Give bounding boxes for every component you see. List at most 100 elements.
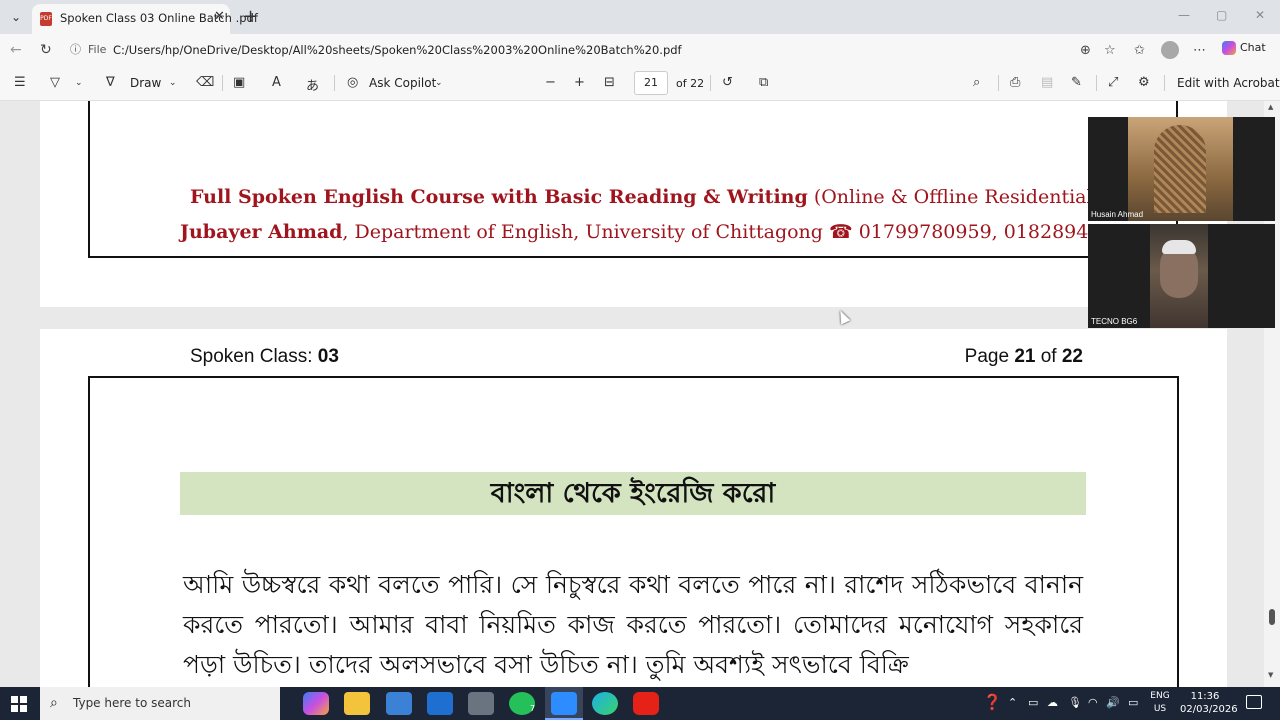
draw-chevron-icon[interactable]: ⌄ bbox=[169, 78, 177, 88]
url-text[interactable]: C:/Users/hp/OneDrive/Desktop/All%20sheet… bbox=[113, 43, 682, 57]
address-bar: ← ↻ ⓘ File C:/Users/hp/OneDrive/Desktop/… bbox=[0, 34, 1280, 66]
erase-icon[interactable]: ⌫ bbox=[196, 75, 214, 90]
toolbar-divider bbox=[710, 75, 711, 91]
page-total-label: of 22 bbox=[676, 77, 705, 90]
fullscreen-icon[interactable]: ⤢ bbox=[1108, 75, 1118, 90]
favorites-icon[interactable]: ✩ bbox=[1134, 43, 1145, 58]
course-line: Full Spoken English Course with Basic Re… bbox=[190, 186, 1174, 208]
favorite-star-icon[interactable]: ☆ bbox=[1104, 43, 1116, 58]
video-tile-husain[interactable]: Husain Ahmad bbox=[1088, 117, 1275, 221]
rotate-icon[interactable]: ↺ bbox=[722, 75, 733, 90]
author-details: , Department of English, University of C… bbox=[342, 221, 1137, 243]
ask-copilot-button[interactable]: Ask Copilot bbox=[369, 76, 436, 90]
zoom-icon[interactable] bbox=[551, 692, 577, 715]
save-as-icon[interactable]: ✎ bbox=[1071, 75, 1082, 90]
fit-page-icon[interactable]: ⊟ bbox=[604, 75, 615, 90]
help-icon[interactable]: ❓ bbox=[983, 693, 1002, 711]
exercise-text: আমি উচ্চস্বরে কথা বলতে পারি। সে নিচুস্বর… bbox=[183, 570, 1083, 679]
translate-icon[interactable]: あ bbox=[306, 75, 319, 94]
scroll-thumb[interactable] bbox=[1269, 609, 1275, 625]
print-icon[interactable]: ⎙ bbox=[1010, 75, 1020, 90]
highlight-icon[interactable]: ▽ bbox=[50, 75, 60, 90]
notification-icon[interactable] bbox=[1246, 695, 1262, 709]
back-icon[interactable]: ← bbox=[10, 42, 22, 58]
toolbar-divider bbox=[334, 75, 335, 91]
lang-line-1: ENG bbox=[1150, 691, 1170, 701]
minimize-icon[interactable]: — bbox=[1178, 8, 1190, 22]
clock[interactable]: 11:36 02/03/2026 bbox=[1180, 690, 1238, 716]
taskbar: ⌕ Type here to search 7 ❓ ⌃ ▭ ☁ 🎙 ◠ 🔊 ▭ … bbox=[0, 687, 1280, 720]
wifi-icon[interactable]: ◠ bbox=[1088, 696, 1098, 709]
youtube-icon[interactable] bbox=[633, 692, 659, 715]
edge-icon[interactable] bbox=[592, 692, 618, 715]
highlight-chevron-icon[interactable]: ⌄ bbox=[75, 78, 83, 88]
class-header: Spoken Class: 03 bbox=[190, 346, 339, 368]
toolbar-divider bbox=[222, 75, 223, 91]
page-view-icon[interactable]: ⧉ bbox=[759, 75, 768, 90]
add-text-icon[interactable]: ▣ bbox=[233, 75, 245, 90]
scroll-up-icon[interactable]: ▲ bbox=[1268, 103, 1273, 111]
copilot-chevron-icon[interactable]: ⌄ bbox=[435, 78, 443, 88]
toolbar-divider bbox=[998, 75, 999, 91]
more-options-icon[interactable]: ⋯ bbox=[1193, 43, 1206, 58]
page-header: Page 21 of 22 bbox=[965, 346, 1083, 368]
class-number: 03 bbox=[317, 346, 339, 367]
volume-icon[interactable]: 🔊 bbox=[1106, 696, 1120, 709]
tab-bar: ⌄ PDF Spoken Class 03 Online Batch .pdf … bbox=[0, 0, 1280, 34]
close-window-icon[interactable]: ✕ bbox=[1255, 8, 1265, 22]
clock-date: 02/03/2026 bbox=[1180, 704, 1238, 715]
copilot-chat-button[interactable]: Chat bbox=[1222, 41, 1266, 55]
video-feed bbox=[1128, 117, 1233, 221]
new-tab-icon[interactable]: + bbox=[243, 6, 258, 27]
find-icon[interactable]: ⌕ bbox=[973, 75, 980, 90]
browser-tab[interactable]: PDF Spoken Class 03 Online Batch .pdf ✕ bbox=[32, 4, 258, 34]
file-explorer-icon[interactable] bbox=[344, 692, 370, 715]
copilot-icon[interactable]: ◎ bbox=[347, 75, 358, 90]
search-placeholder: Type here to search bbox=[73, 696, 191, 710]
tab-title: Spoken Class 03 Online Batch .pdf bbox=[60, 11, 258, 25]
save-icon[interactable]: ▤ bbox=[1041, 75, 1053, 90]
exercise-banner: বাংলা থেকে ইংরেজি করো bbox=[180, 472, 1086, 515]
battery-icon[interactable]: ▭ bbox=[1028, 696, 1038, 709]
maximize-icon[interactable]: ▢ bbox=[1216, 8, 1227, 22]
scroll-down-icon[interactable]: ▼ bbox=[1268, 671, 1273, 679]
page-total: 22 bbox=[1061, 346, 1083, 367]
microphone-icon[interactable]: 🎙 bbox=[1068, 696, 1082, 709]
language-indicator[interactable]: ENG US bbox=[1148, 690, 1172, 716]
camera-icon[interactable] bbox=[468, 692, 494, 715]
cloud-icon[interactable]: ☁ bbox=[1047, 696, 1058, 709]
page-number-input[interactable]: 21 bbox=[634, 71, 668, 95]
refresh-icon[interactable]: ↻ bbox=[40, 42, 52, 58]
zoom-out-icon[interactable]: − bbox=[545, 75, 556, 90]
contact-line: Jubayer Ahmad, Department of English, Un… bbox=[180, 221, 1137, 243]
participant-name: TECNO BG6 bbox=[1091, 317, 1138, 326]
profile-avatar-icon[interactable] bbox=[1161, 41, 1179, 59]
contents-list-icon[interactable]: ☰ bbox=[14, 75, 26, 90]
copilot-app-icon[interactable] bbox=[303, 692, 329, 715]
toolbar-divider bbox=[1164, 75, 1165, 91]
outlook-icon[interactable] bbox=[427, 692, 453, 715]
page-label: Page bbox=[964, 346, 1015, 367]
video-tile-tecno[interactable]: TECNO BG6 bbox=[1088, 224, 1275, 328]
zoom-icon[interactable]: ⊕ bbox=[1080, 43, 1091, 58]
show-hidden-icons-icon[interactable]: ⌃ bbox=[1008, 696, 1017, 709]
windows-start-icon[interactable] bbox=[11, 696, 27, 712]
tab-list-chevron-icon[interactable]: ⌄ bbox=[6, 8, 26, 26]
zoom-in-icon[interactable]: + bbox=[574, 75, 585, 90]
display-icon[interactable]: ▭ bbox=[1128, 696, 1138, 709]
pdf-page-previous: Full Spoken English Course with Basic Re… bbox=[40, 101, 1227, 307]
draw-button[interactable]: Draw bbox=[130, 76, 161, 90]
close-tab-icon[interactable]: ✕ bbox=[214, 9, 225, 24]
store-icon[interactable] bbox=[386, 692, 412, 715]
search-icon: ⌕ bbox=[50, 695, 58, 711]
info-icon[interactable]: ⓘ bbox=[70, 41, 81, 57]
page-of-label: of bbox=[1035, 346, 1062, 367]
draw-icon[interactable]: ∇ bbox=[106, 75, 115, 90]
url-box[interactable]: ⓘ File C:/Users/hp/OneDrive/Desktop/All%… bbox=[62, 38, 1124, 62]
taskbar-search[interactable]: ⌕ Type here to search bbox=[40, 687, 280, 720]
course-title: Full Spoken English Course with Basic Re… bbox=[190, 186, 808, 208]
edit-with-acrobat-button[interactable]: Edit with Acrobat bbox=[1177, 76, 1280, 90]
lang-line-2: US bbox=[1153, 704, 1167, 714]
read-aloud-icon[interactable]: A bbox=[272, 75, 281, 90]
settings-gear-icon[interactable]: ⚙ bbox=[1138, 75, 1150, 90]
